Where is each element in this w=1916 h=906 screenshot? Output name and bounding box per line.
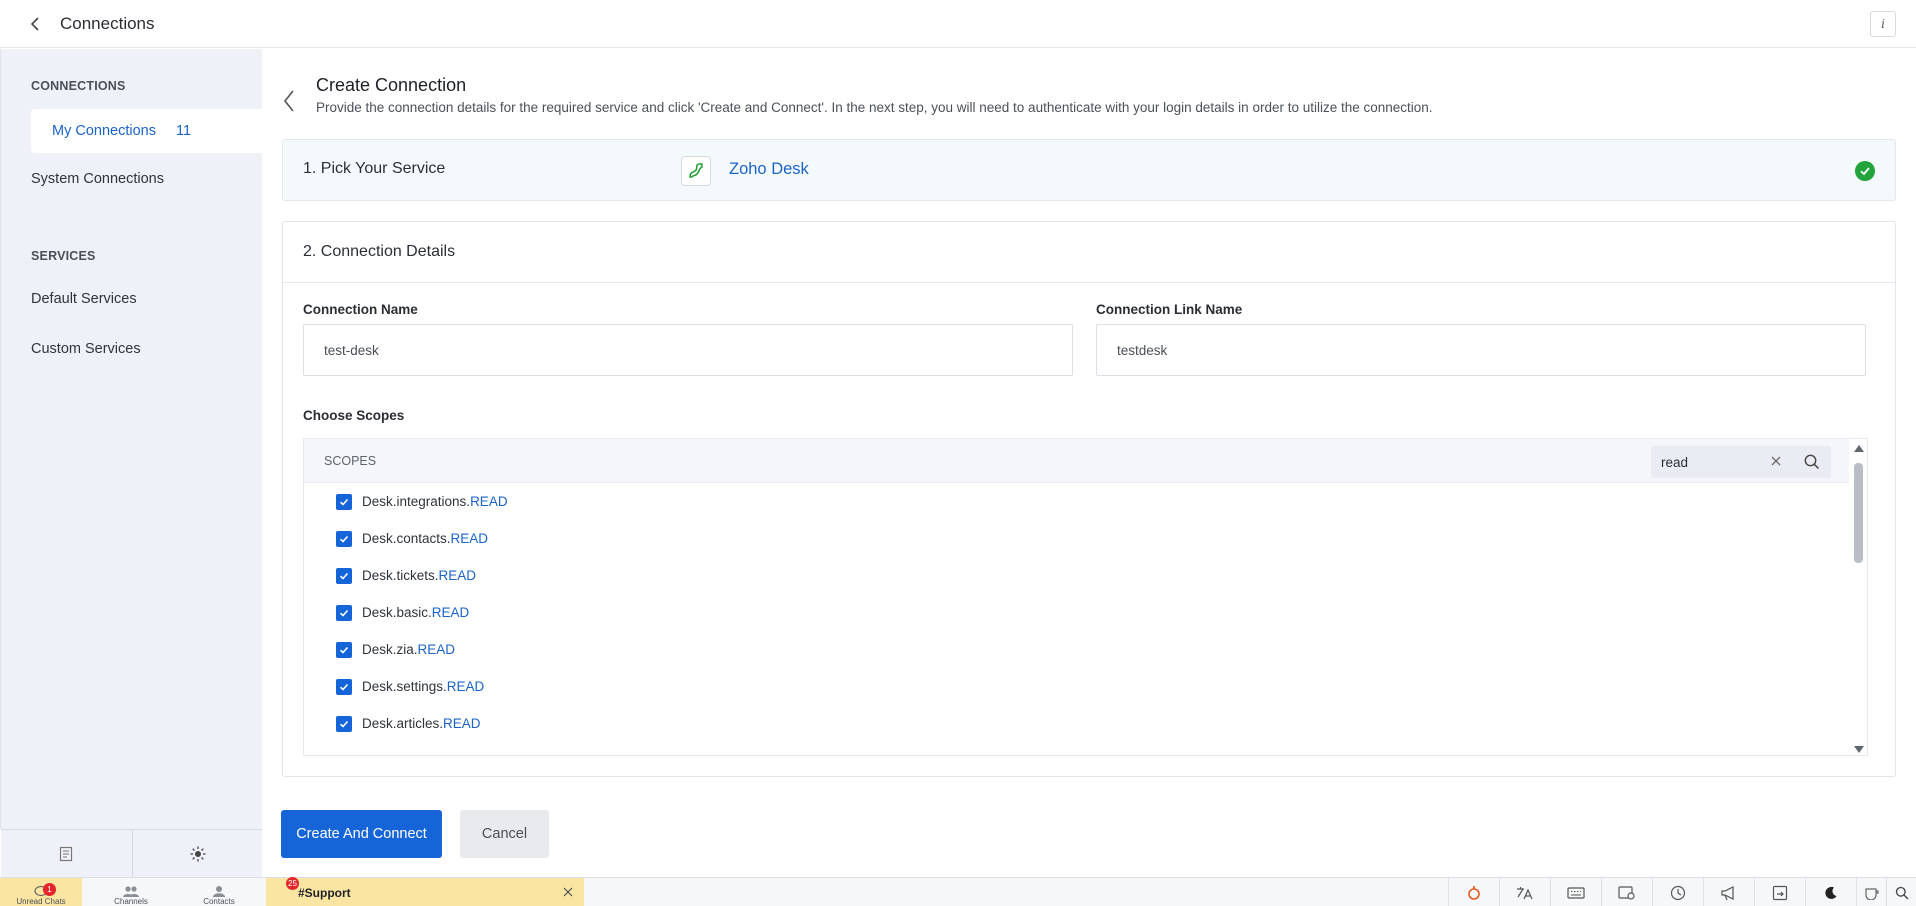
scope-permission: READ xyxy=(470,494,508,509)
connections-count: 11 xyxy=(175,123,192,139)
scope-row[interactable]: Desk.articles. READ xyxy=(304,705,1849,742)
contact-icon xyxy=(213,886,225,897)
check-circle-icon xyxy=(1855,161,1875,181)
page-title: Create Connection xyxy=(316,75,467,95)
tab-unread-chats[interactable]: Unread Chats 1 xyxy=(0,878,82,906)
scope-search-input[interactable]: read xyxy=(1651,446,1831,478)
step2-label: 2. Connection Details xyxy=(283,222,1895,283)
notes-icon[interactable] xyxy=(1,830,133,878)
scopes-header-label: SCOPES xyxy=(324,454,377,468)
top-header: Connections i xyxy=(0,0,1916,48)
scroll-thumb[interactable] xyxy=(1854,463,1863,563)
selected-service-link[interactable]: Zoho Desk xyxy=(729,160,809,179)
clock-icon[interactable] xyxy=(1652,878,1703,906)
scope-permission: READ xyxy=(417,642,456,657)
scope-checkbox[interactable] xyxy=(336,715,352,732)
scope-name: Desk.zia. xyxy=(362,642,418,657)
step-pick-service: 1. Pick Your Service Zoho Desk xyxy=(282,139,1896,201)
scope-permission: READ xyxy=(431,605,470,620)
scopes-header: SCOPES read xyxy=(304,439,1867,483)
scope-checkbox[interactable] xyxy=(336,678,352,695)
scope-checkbox[interactable] xyxy=(336,604,352,621)
page-description: Provide the connection details for the r… xyxy=(316,100,1433,115)
connection-name-label: Connection Name xyxy=(303,302,418,317)
connection-link-name-label: Connection Link Name xyxy=(1096,302,1243,317)
connection-link-name-input[interactable]: testdesk xyxy=(1096,324,1866,376)
scope-row[interactable]: Desk.basic. READ xyxy=(304,594,1849,631)
scope-permission: READ xyxy=(450,531,489,546)
scope-name: Desk.settings. xyxy=(362,679,447,694)
tab-channels[interactable]: Channels xyxy=(102,878,160,906)
scope-checkbox[interactable] xyxy=(336,567,352,584)
back-icon[interactable] xyxy=(24,12,48,36)
scopes-panel: SCOPES read Desk.integrations. READ Desk… xyxy=(303,438,1868,756)
step1-label: 1. Pick Your Service xyxy=(303,160,446,177)
scope-permission: READ xyxy=(446,679,485,694)
scopes-scrollbar[interactable] xyxy=(1849,439,1867,755)
scope-checkbox[interactable] xyxy=(336,493,352,510)
sidebar-item-custom-services[interactable]: Custom Services xyxy=(31,341,141,357)
sidebar-section-services: SERVICES xyxy=(31,249,96,263)
coffee-cup-icon[interactable] xyxy=(1856,878,1886,906)
scope-row[interactable]: Desk.contacts. READ xyxy=(304,520,1849,557)
main-content: Create Connection Provide the connection… xyxy=(262,49,1916,877)
global-search-icon[interactable] xyxy=(1886,878,1916,906)
zia-icon[interactable] xyxy=(1448,878,1499,906)
share-screen-icon[interactable] xyxy=(1754,878,1805,906)
scope-name: Desk.contacts. xyxy=(362,531,451,546)
dark-mode-moon-icon[interactable] xyxy=(1805,878,1856,906)
scope-row[interactable]: Desk.zia. READ xyxy=(304,631,1849,668)
system-tray xyxy=(1448,878,1916,906)
scroll-down-icon[interactable] xyxy=(1854,746,1864,753)
tab-contacts[interactable]: Contacts xyxy=(194,878,244,906)
choose-scopes-label: Choose Scopes xyxy=(303,408,405,423)
channels-icon xyxy=(123,886,139,897)
scope-permission: READ xyxy=(438,568,477,583)
sidebar-section-connections: CONNECTIONS xyxy=(31,79,126,93)
scope-name: Desk.basic. xyxy=(362,605,432,620)
clear-search-icon[interactable] xyxy=(1769,454,1783,468)
tab-label: Unread Chats xyxy=(16,897,66,906)
info-icon[interactable]: i xyxy=(1870,11,1896,37)
scope-name: Desk.articles. xyxy=(362,716,444,731)
cancel-button[interactable]: Cancel xyxy=(460,810,549,858)
sidebar-footer xyxy=(1,829,263,878)
unread-badge: 1 xyxy=(43,883,56,896)
scope-row[interactable]: Desk.tickets. READ xyxy=(304,557,1849,594)
scope-row[interactable]: Desk.settings. READ xyxy=(304,668,1849,705)
scope-name: Desk.integrations. xyxy=(362,494,471,509)
close-icon[interactable] xyxy=(562,886,574,898)
sidebar-item-label: My Connections xyxy=(52,123,156,139)
translate-icon[interactable] xyxy=(1499,878,1550,906)
scope-name: Desk.tickets. xyxy=(362,568,439,583)
theme-sun-icon[interactable] xyxy=(133,830,264,878)
zoho-desk-logo-icon xyxy=(681,156,711,186)
connection-name-input[interactable]: test-desk xyxy=(303,324,1073,376)
search-icon[interactable] xyxy=(1803,453,1821,471)
scope-checkbox[interactable] xyxy=(336,641,352,658)
scroll-up-icon[interactable] xyxy=(1854,445,1864,452)
keyboard-icon[interactable] xyxy=(1550,878,1601,906)
chat-tab-name: #Support xyxy=(298,885,351,900)
header-title: Connections xyxy=(60,13,155,33)
sidebar: CONNECTIONS My Connections 11 System Con… xyxy=(0,49,263,878)
tab-label: Contacts xyxy=(203,897,235,906)
step-connection-details: 2. Connection Details Connection Name te… xyxy=(282,221,1896,777)
announcement-icon[interactable] xyxy=(1703,878,1754,906)
page-back-icon[interactable] xyxy=(282,89,300,113)
sidebar-item-default-services[interactable]: Default Services xyxy=(31,291,137,307)
sidebar-item-system-connections[interactable]: System Connections xyxy=(31,171,164,187)
create-and-connect-button[interactable]: Create And Connect xyxy=(281,810,442,858)
scope-checkbox[interactable] xyxy=(336,530,352,547)
bottom-status-bar: Unread Chats 1 Channels Contacts 25 #Sup… xyxy=(0,877,1916,906)
settings-card-icon[interactable] xyxy=(1601,878,1652,906)
scope-list: Desk.integrations. READ Desk.contacts. REA… xyxy=(304,483,1849,742)
sidebar-item-my-connections[interactable]: My Connections 11 xyxy=(31,109,263,153)
scope-permission: READ xyxy=(443,716,481,731)
scope-search-value: read xyxy=(1661,454,1689,470)
chat-badge: 25 xyxy=(286,877,299,890)
scope-row[interactable]: Desk.integrations. READ xyxy=(304,483,1849,520)
chat-tab-support[interactable]: 25 #Support xyxy=(266,877,584,906)
tab-label: Channels xyxy=(114,897,148,906)
